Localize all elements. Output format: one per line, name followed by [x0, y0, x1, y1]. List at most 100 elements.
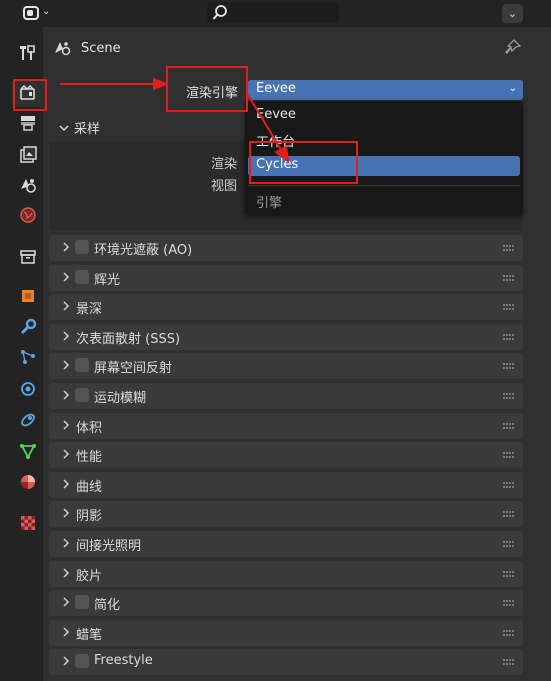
panel-header[interactable]: 辉光	[49, 264, 523, 291]
chevron-right-icon	[63, 538, 70, 548]
tab-render[interactable]	[12, 79, 43, 107]
render-samples-label: 渲染	[211, 157, 238, 172]
panel-label: Freestyle	[94, 653, 153, 669]
drag-handle-icon[interactable]	[503, 362, 515, 370]
panel-label: 环境光遮蔽 (AO)	[94, 243, 193, 258]
tab-view-layer[interactable]	[14, 141, 42, 169]
tab-physics[interactable]	[14, 375, 42, 403]
chevron-down-icon: ⌄	[508, 83, 517, 94]
engine-option-eevee[interactable]: Eevee	[248, 106, 520, 126]
world-icon	[20, 207, 36, 223]
drag-handle-icon[interactable]	[503, 422, 515, 430]
panel-label: 蜡笔	[76, 627, 103, 643]
chevron-right-icon	[63, 390, 70, 400]
chevron-right-icon	[63, 479, 70, 489]
panel-header[interactable]: 蜡笔	[49, 619, 523, 646]
scene-title: Scene	[81, 40, 121, 56]
tab-tool[interactable]	[14, 39, 42, 67]
chevron-right-icon	[63, 568, 70, 578]
drag-handle-icon[interactable]	[503, 570, 515, 578]
drag-handle-icon[interactable]	[503, 629, 515, 637]
material-icon	[21, 475, 35, 489]
search-input[interactable]	[207, 3, 339, 23]
drag-handle-icon[interactable]	[503, 540, 515, 548]
render-engine-dropdown: Eevee 工作台 Cycles 引擎	[245, 101, 523, 215]
tab-data[interactable]	[14, 437, 42, 465]
tab-constraints[interactable]	[14, 406, 42, 434]
pin-icon[interactable]	[504, 38, 522, 56]
chevron-right-icon	[63, 420, 70, 430]
tab-material[interactable]	[14, 468, 42, 496]
panel-header[interactable]: 屏幕空间反射	[49, 353, 523, 380]
panel-label: 屏幕空间反射	[94, 361, 173, 377]
object-icon	[22, 290, 34, 302]
panel-header[interactable]: 景深	[49, 294, 523, 321]
options-dropdown-button[interactable]: ⌄	[502, 4, 523, 23]
panel-enable-checkbox[interactable]	[75, 240, 89, 254]
panel-label: 辉光	[94, 272, 121, 288]
drag-handle-icon[interactable]	[503, 658, 515, 666]
panel-label: 体积	[76, 420, 103, 436]
drag-handle-icon[interactable]	[503, 599, 515, 607]
chevron-down-icon: ⌄	[42, 6, 51, 17]
panel-label: 简化	[94, 598, 121, 614]
dropdown-separator	[248, 185, 520, 186]
tab-object[interactable]	[14, 282, 42, 310]
panel-header[interactable]: 间接光照明	[49, 531, 523, 557]
panel-header[interactable]: 次表面散射 (SSS)	[49, 323, 523, 350]
properties-editor: Scene 渲染引擎 Eevee ⌄ 采样 渲染 视图 环境光遮蔽 (AO) 辉光…	[43, 27, 551, 681]
tab-texture[interactable]	[14, 509, 42, 537]
panel-header[interactable]: 体积	[49, 412, 523, 439]
panel-enable-checkbox[interactable]	[75, 269, 89, 284]
scene-icon	[55, 42, 71, 56]
data-icon	[20, 444, 36, 459]
panel-enable-checkbox[interactable]	[75, 654, 89, 669]
panel-label: 间接光照明	[76, 539, 142, 554]
panel-header[interactable]: 环境光遮蔽 (AO)	[49, 235, 523, 261]
chevron-right-icon	[63, 627, 70, 637]
panel-header[interactable]: Freestyle	[49, 649, 523, 676]
editor-type-icon	[23, 6, 39, 20]
panel-enable-checkbox[interactable]	[75, 595, 89, 610]
drag-handle-icon[interactable]	[503, 451, 515, 459]
tab-collection[interactable]	[14, 243, 42, 271]
properties-tab-bar	[0, 27, 43, 681]
render-engine-value: Eevee	[256, 81, 296, 96]
panel-header[interactable]: 阴影	[49, 501, 523, 528]
drag-handle-icon[interactable]	[503, 481, 515, 489]
drag-handle-icon[interactable]	[503, 274, 515, 282]
engine-option-cycles[interactable]: Cycles	[248, 156, 520, 176]
panel-header[interactable]: 曲线	[49, 471, 523, 498]
chevron-right-icon	[63, 331, 70, 341]
drag-handle-icon[interactable]	[503, 303, 515, 311]
editor-type-button[interactable]: ⌄	[23, 4, 51, 24]
tool-icon	[20, 45, 35, 60]
drag-handle-icon[interactable]	[503, 392, 515, 400]
panel-sampling-header[interactable]: 采样	[58, 118, 100, 137]
scene-icon	[21, 179, 36, 193]
constraints-icon	[21, 413, 35, 427]
panel-header[interactable]: 性能	[49, 442, 523, 469]
texture-icon	[21, 516, 35, 530]
drag-handle-icon[interactable]	[503, 244, 515, 252]
viewport-samples-label: 视图	[211, 179, 238, 194]
drag-handle-icon[interactable]	[503, 510, 515, 518]
panel-header[interactable]: 运动模糊	[49, 383, 523, 409]
output-icon	[21, 116, 35, 131]
engine-option-workbench[interactable]: 工作台	[248, 130, 520, 150]
tab-world[interactable]	[14, 201, 42, 229]
tab-scene[interactable]	[14, 171, 42, 199]
tab-particles[interactable]	[14, 343, 42, 371]
tab-modifier[interactable]	[14, 313, 42, 341]
panel-label: 胶片	[76, 568, 103, 584]
chevron-right-icon	[63, 597, 70, 607]
render-engine-select[interactable]: Eevee ⌄	[248, 80, 523, 100]
drag-handle-icon[interactable]	[503, 333, 515, 341]
panel-enable-checkbox[interactable]	[75, 388, 89, 402]
tab-output[interactable]	[14, 109, 42, 137]
panel-header[interactable]: 胶片	[49, 560, 523, 587]
panel-enable-checkbox[interactable]	[75, 358, 89, 373]
dropdown-title: 引擎	[256, 196, 283, 211]
panel-header[interactable]: 简化	[49, 590, 523, 617]
panel-label: 运动模糊	[94, 391, 147, 406]
